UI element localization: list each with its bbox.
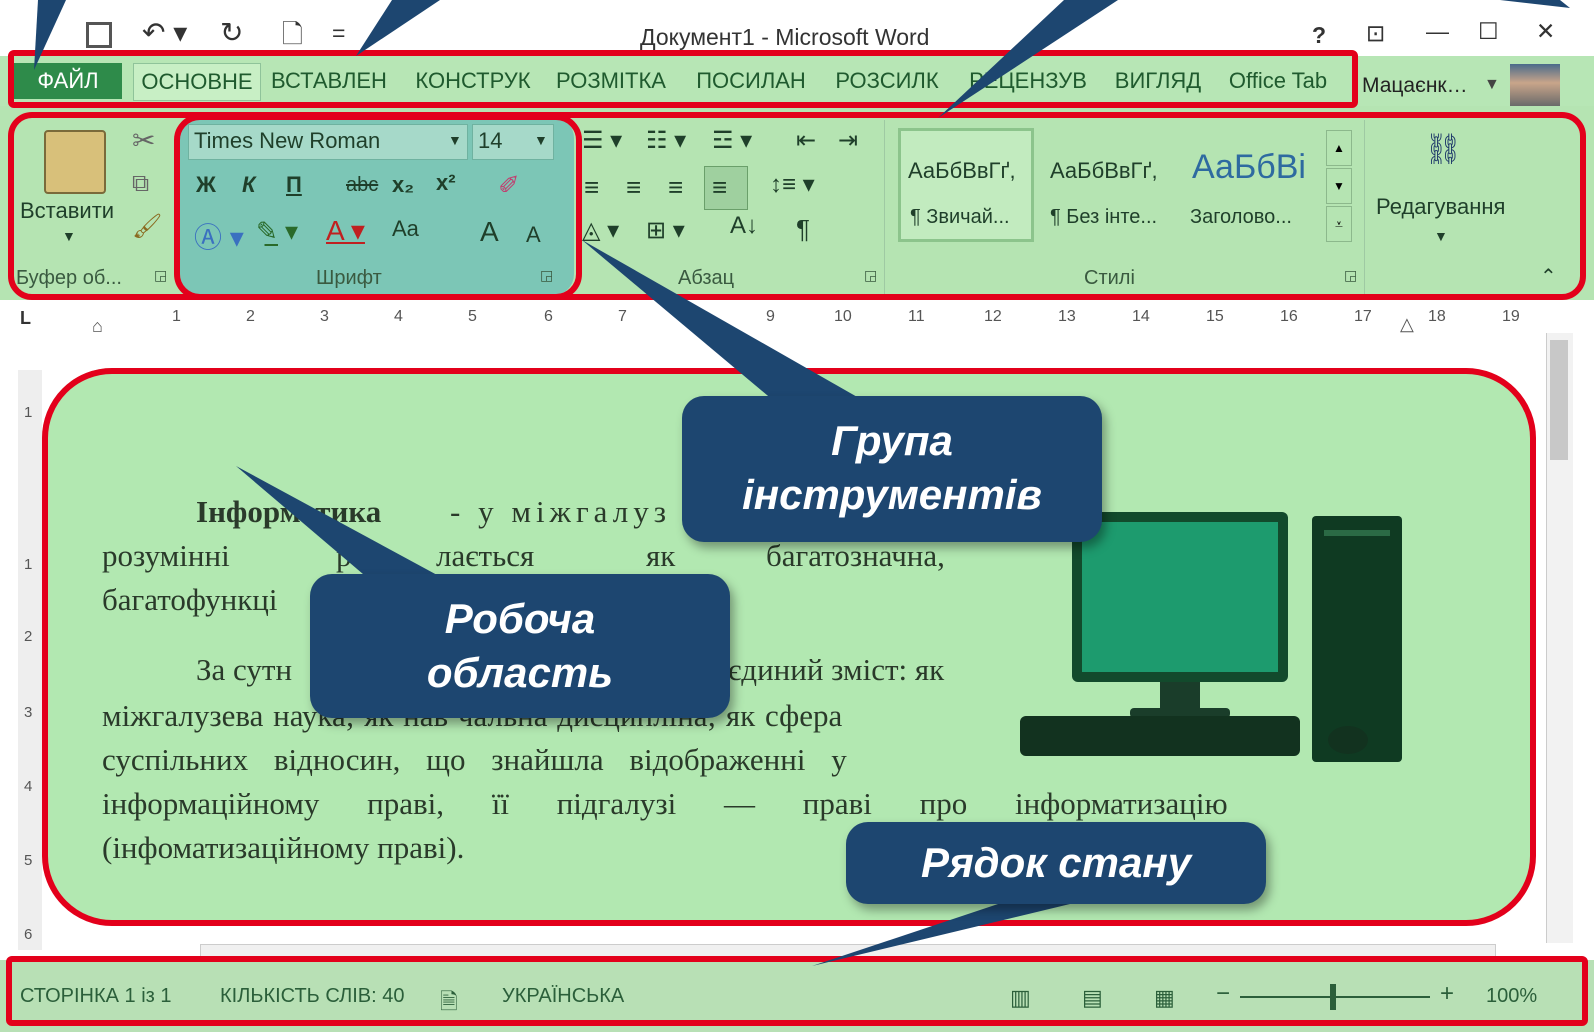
avatar[interactable] <box>1510 64 1560 106</box>
callout-status-bar: Рядок стану <box>846 822 1266 904</box>
ruler-tick: 13 <box>1058 308 1076 325</box>
customize-qat-icon[interactable]: = <box>332 20 345 47</box>
ruler-tick: 16 <box>1280 308 1298 325</box>
vruler-tick: 2 <box>24 628 33 645</box>
window-title: Документ1 - Microsoft Word <box>640 24 930 50</box>
ruler-tick: 15 <box>1206 308 1224 325</box>
ruler-tick: 3 <box>320 308 329 325</box>
ruler-tick: 2 <box>246 308 255 325</box>
user-dropdown-icon[interactable]: ▼ <box>1484 76 1500 94</box>
tab-selector-icon[interactable]: L <box>20 308 31 329</box>
callout-work-area-line1: Робоча <box>444 595 596 642</box>
undo-icon[interactable]: ↶ ▾ <box>142 16 187 49</box>
ruler-tick: 5 <box>468 308 477 325</box>
callout-work-area-line2: область <box>426 649 614 696</box>
scroll-thumb[interactable] <box>1550 340 1568 460</box>
callout-work-area: Робоча область <box>310 574 730 718</box>
ruler-tick: 9 <box>766 308 775 325</box>
ruler-tick: 4 <box>394 308 403 325</box>
close-icon[interactable]: ✕ <box>1536 18 1555 45</box>
user-name[interactable]: Мацаєнк… <box>1362 74 1468 98</box>
redo-icon[interactable]: ↻ <box>220 16 243 49</box>
right-indent-marker-icon[interactable]: △ <box>1400 314 1414 335</box>
callout-tool-group-line2: інструментів <box>742 471 1042 518</box>
vruler-tick: 5 <box>24 852 33 869</box>
ruler-tick: 19 <box>1502 308 1520 325</box>
callout-tool-group-line1: Група <box>831 417 953 464</box>
tabs-highlight-frame <box>8 50 1358 108</box>
font-group-highlight-frame <box>174 114 582 300</box>
save-icon[interactable] <box>86 22 112 48</box>
vruler-tick: 6 <box>24 926 33 943</box>
callout-tool-group: Група інструментів <box>682 396 1102 542</box>
ruler-tick: 18 <box>1428 308 1446 325</box>
maximize-icon[interactable]: ☐ <box>1478 18 1499 45</box>
ribbon-display-icon[interactable]: ⊡ <box>1366 20 1385 47</box>
help-icon[interactable]: ? <box>1312 22 1326 49</box>
ruler-tick: 12 <box>984 308 1002 325</box>
ruler-tick: 10 <box>834 308 852 325</box>
minimize-icon[interactable]: — <box>1426 18 1449 45</box>
status-highlight-frame <box>6 956 1588 1026</box>
vruler-tick: 1 <box>24 556 33 573</box>
vruler-tick: 3 <box>24 704 33 721</box>
ruler-tick: 17 <box>1354 308 1372 325</box>
ruler-tick: 11 <box>908 308 925 325</box>
ruler-tick: 1 <box>172 308 181 325</box>
vruler-tick: 4 <box>24 778 33 795</box>
ruler-tick: 14 <box>1132 308 1150 325</box>
vruler-tick: 1 <box>24 404 33 421</box>
ruler-tick: 6 <box>544 308 553 325</box>
ruler-tick: 7 <box>618 308 627 325</box>
